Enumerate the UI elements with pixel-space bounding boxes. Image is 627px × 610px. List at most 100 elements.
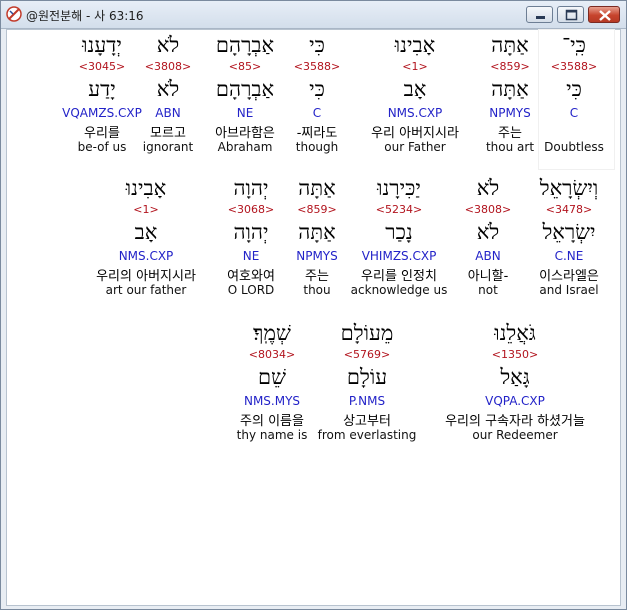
english-gloss: though bbox=[295, 140, 339, 154]
korean-gloss: 모르고 bbox=[150, 126, 186, 141]
korean-gloss: 이스라엘은 bbox=[539, 269, 599, 284]
hebrew-word: אַתָּה bbox=[491, 33, 529, 57]
morphology-code: NMS.CXP bbox=[118, 249, 174, 263]
interlinear-panel: כִּֽי־ <3588> כִּי C Doubtless אַתָּה <859> אַת… bbox=[6, 29, 621, 606]
lexical-form: יִשְׂרָאֵל bbox=[542, 220, 596, 244]
english-gloss: thy name is bbox=[236, 428, 308, 442]
strong-number[interactable]: <859> bbox=[297, 203, 336, 216]
english-gloss: from everlasting bbox=[317, 428, 417, 442]
hebrew-word: כִּי bbox=[309, 33, 325, 57]
hebrew-word: אַבְרָהָם bbox=[215, 33, 275, 57]
morphology-code: NE bbox=[242, 249, 260, 263]
morphology-code: C.NE bbox=[554, 249, 584, 263]
korean-gloss: 우리의 구속자라 하셨거늘 bbox=[445, 414, 585, 429]
strong-number[interactable]: <3808> bbox=[465, 203, 511, 216]
morphology-code: VHIMZS.CXP bbox=[361, 249, 437, 263]
app-window: @원전분해 - 사 63:16 כִּֽי־ <3588> כִּי C Doubtle… bbox=[0, 0, 627, 610]
strong-number[interactable]: <5769> bbox=[344, 348, 390, 361]
lexical-form: יְהוָה bbox=[233, 220, 269, 244]
morphology-code: C bbox=[312, 106, 322, 120]
hebrew-word: מֵעוֹלָם bbox=[340, 321, 394, 345]
hebrew-word: יְהוָה bbox=[233, 176, 269, 200]
hebrew-word: גֹּאֲלֵנוּ bbox=[494, 321, 536, 345]
hebrew-word: וְיִשְׂרָאֵל bbox=[539, 176, 599, 200]
morphology-code: NPMYS bbox=[296, 249, 338, 263]
lexical-form: יָדַע bbox=[88, 77, 116, 101]
english-gloss: be-of us bbox=[77, 140, 127, 154]
hebrew-word: שְׁמֶֽךָ׃ bbox=[253, 321, 291, 345]
english-gloss: O LORD bbox=[227, 283, 275, 297]
english-gloss: Abraham bbox=[217, 140, 273, 154]
strong-number[interactable]: <3045> bbox=[79, 60, 125, 73]
lexical-form: כִּי bbox=[309, 77, 325, 101]
hebrew-word: כִּֽי־ bbox=[562, 33, 586, 57]
lexical-form: אַבְרָהָם bbox=[215, 77, 275, 101]
strong-number[interactable]: <8034> bbox=[249, 348, 295, 361]
strong-number[interactable]: <3588> bbox=[294, 60, 340, 73]
english-gloss: acknowledge us bbox=[350, 283, 448, 297]
lexical-form: שֵׁם bbox=[258, 365, 286, 389]
close-button[interactable] bbox=[588, 6, 620, 23]
app-logo-icon bbox=[6, 6, 22, 22]
strong-number[interactable]: <85> bbox=[229, 60, 261, 73]
english-gloss: Doubtless bbox=[544, 140, 604, 154]
maximize-button[interactable] bbox=[557, 6, 584, 23]
lexical-form: אַתָּה bbox=[491, 77, 529, 101]
title-bar[interactable]: @원전분해 - 사 63:16 bbox=[1, 1, 626, 29]
strong-number[interactable]: <1350> bbox=[492, 348, 538, 361]
strong-number[interactable]: <1> bbox=[133, 203, 158, 216]
morphology-code: NPMYS bbox=[489, 106, 531, 120]
morphology-code: P.NMS bbox=[348, 394, 386, 408]
korean-gloss: 우리 아버지시라 bbox=[371, 126, 459, 141]
hebrew-word: יְדָעָנוּ bbox=[82, 33, 122, 57]
minimize-icon bbox=[536, 16, 545, 19]
korean-gloss: -찌라도 bbox=[296, 126, 338, 141]
english-gloss: and Israel bbox=[539, 283, 599, 297]
strong-number[interactable]: <1> bbox=[402, 60, 427, 73]
lexical-form: עוֹלָם bbox=[346, 365, 388, 389]
english-gloss: thou art bbox=[485, 140, 535, 154]
korean-gloss: 주의 이름을 bbox=[240, 414, 304, 429]
hebrew-word: לֹא bbox=[476, 176, 500, 200]
minimize-button[interactable] bbox=[526, 6, 553, 23]
hebrew-word: אַתָּה bbox=[298, 176, 336, 200]
korean-gloss: 우리의 아버지시라 bbox=[96, 269, 196, 284]
korean-gloss: 여호와여 bbox=[227, 269, 275, 284]
morphology-code: C bbox=[569, 106, 579, 120]
lexical-form: אַתָּה bbox=[298, 220, 336, 244]
strong-number[interactable]: <5234> bbox=[376, 203, 422, 216]
korean-gloss: 아브라함은 bbox=[215, 126, 275, 141]
lexical-form: אָב bbox=[403, 77, 427, 101]
english-gloss: not bbox=[478, 283, 498, 297]
lexical-form: נָכַר bbox=[385, 220, 413, 244]
english-gloss: art our father bbox=[105, 283, 187, 297]
window-title: @원전분해 - 사 63:16 bbox=[26, 9, 144, 23]
lexical-form: כִּי bbox=[566, 77, 582, 101]
english-gloss: thou bbox=[303, 283, 331, 297]
morphology-code: ABN bbox=[475, 249, 501, 263]
strong-number[interactable]: <3478> bbox=[546, 203, 592, 216]
close-icon bbox=[599, 10, 611, 21]
korean-gloss: 상고부터 bbox=[343, 414, 391, 429]
korean-gloss: 아니할- bbox=[467, 269, 509, 284]
english-gloss: our Father bbox=[384, 140, 446, 154]
strong-number[interactable]: <3588> bbox=[551, 60, 597, 73]
lexical-form: לֹא bbox=[156, 77, 180, 101]
korean-gloss: 주는 bbox=[305, 269, 329, 284]
morphology-code: NE bbox=[236, 106, 254, 120]
hebrew-word: יַכִּירָנוּ bbox=[377, 176, 421, 200]
maximize-icon bbox=[565, 9, 578, 21]
morphology-code: VQPA.CXP bbox=[485, 394, 545, 408]
strong-number[interactable]: <859> bbox=[490, 60, 529, 73]
lexical-form: גָּאַל bbox=[500, 365, 530, 389]
morphology-code: NMS.CXP bbox=[387, 106, 443, 120]
english-gloss: ignorant bbox=[142, 140, 194, 154]
english-gloss: our Redeemer bbox=[472, 428, 558, 442]
korean-gloss: 우리를 bbox=[84, 126, 120, 141]
hebrew-word: אָבִינוּ bbox=[394, 33, 436, 57]
morphology-code: VQAMZS.CXP bbox=[62, 106, 142, 120]
strong-number[interactable]: <3808> bbox=[145, 60, 191, 73]
strong-number[interactable]: <3068> bbox=[228, 203, 274, 216]
hebrew-word: אָבִינוּ bbox=[125, 176, 167, 200]
korean-gloss: 우리를 인정치 bbox=[361, 269, 437, 284]
